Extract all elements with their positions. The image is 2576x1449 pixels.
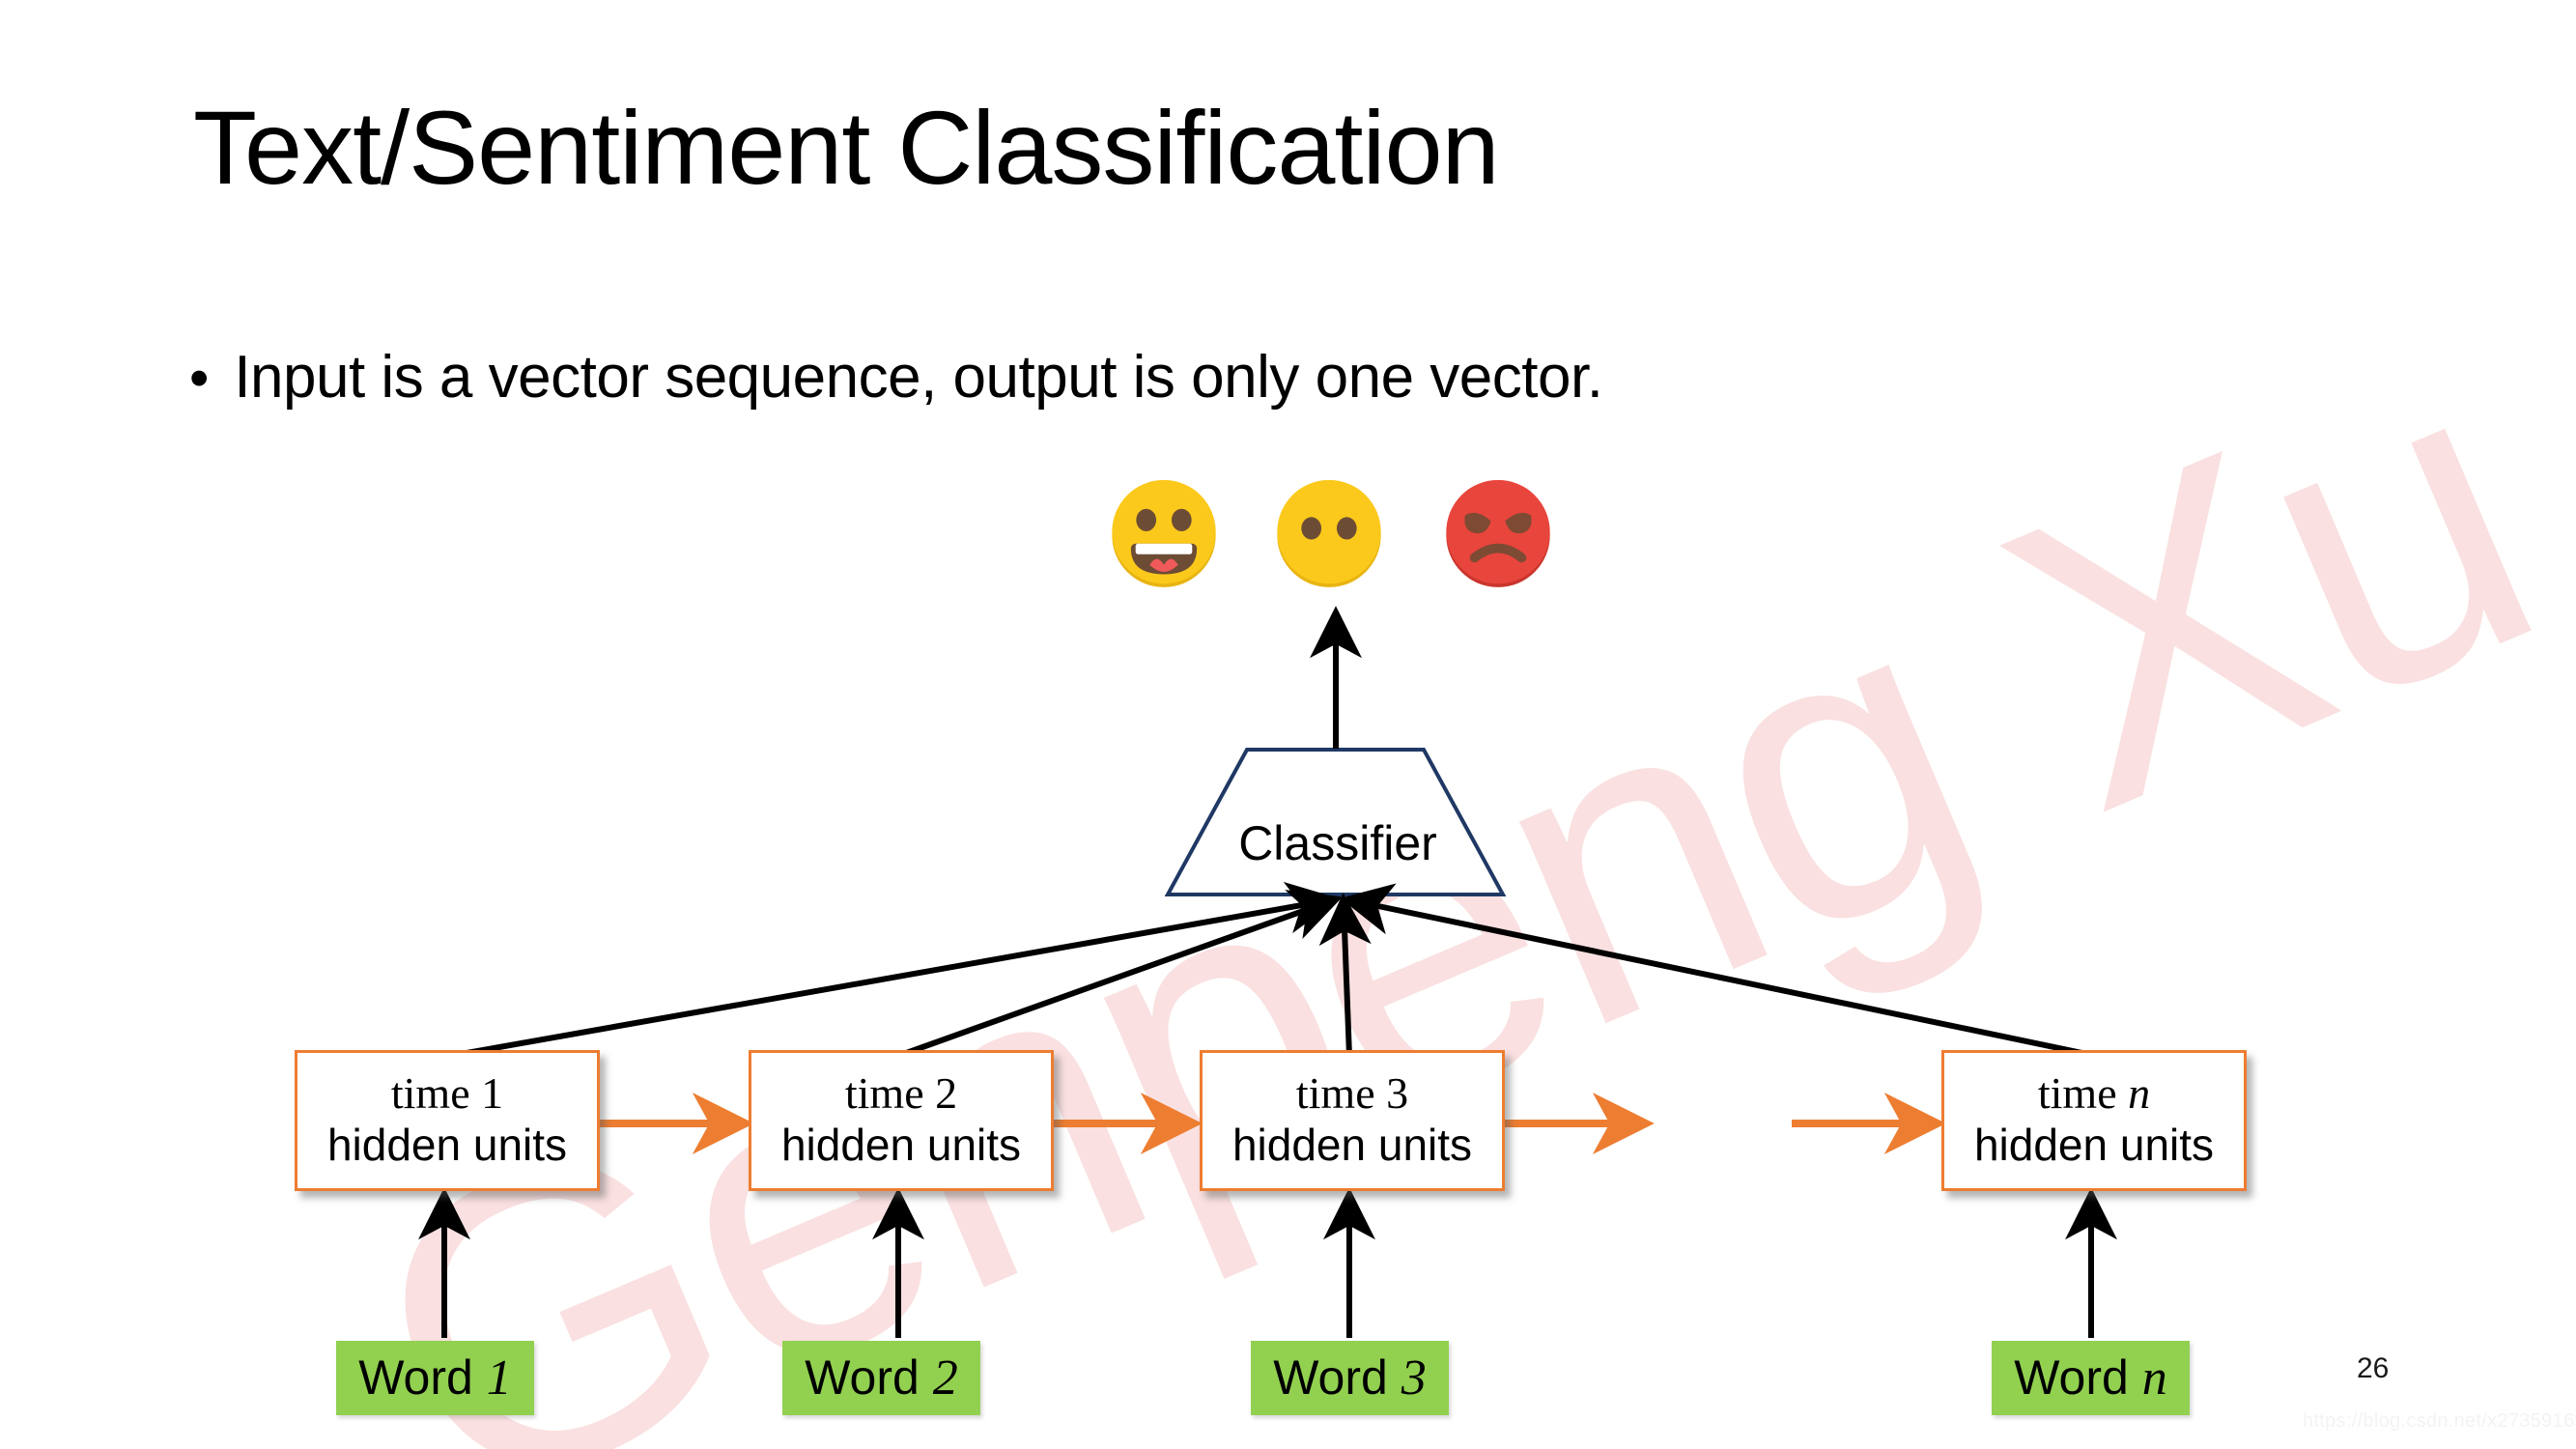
word-box-label-n: Word n bbox=[2014, 1350, 2167, 1406]
word-box-n[interactable]: Word n bbox=[1992, 1341, 2190, 1415]
time-step-label-1: time 1 bbox=[390, 1067, 504, 1118]
word-box-2[interactable]: Word 2 bbox=[782, 1341, 980, 1415]
word-box-label-1: Word 1 bbox=[358, 1350, 512, 1406]
classifier-label: Classifier bbox=[1238, 816, 1437, 870]
angry-face-emoji bbox=[1439, 475, 1557, 598]
arrows-layer bbox=[418, 606, 2117, 1338]
neutral-face-emoji bbox=[1270, 475, 1388, 598]
word-box-label-2: Word 2 bbox=[805, 1350, 958, 1406]
time-step-sublabel-n: hidden units bbox=[1973, 1119, 2215, 1170]
slide-canvas: Genpeng Xu Text/Sentiment Classification… bbox=[0, 0, 2576, 1449]
watermark-source-url: https://blog.csdn.net/x273591655 bbox=[2303, 1410, 2576, 1432]
slide-title: Text/Sentiment Classification bbox=[193, 89, 1500, 206]
arrow-time3-to-classifier bbox=[1318, 893, 1372, 1057]
time-step-box-3[interactable]: time 3 hidden units bbox=[1200, 1050, 1505, 1191]
time-step-label-n: time n bbox=[2037, 1067, 2151, 1118]
time-step-sublabel-3: hidden units bbox=[1231, 1119, 1473, 1170]
bullet-text: Input is a vector sequence, output is on… bbox=[234, 344, 1603, 411]
time-step-box-1[interactable]: time 1 hidden units bbox=[295, 1050, 600, 1191]
time-step-sublabel-2: hidden units bbox=[780, 1119, 1022, 1170]
word-box-3[interactable]: Word 3 bbox=[1251, 1341, 1449, 1415]
classifier-node: Classifier bbox=[1149, 734, 1526, 913]
arrow-time2-to-classifier bbox=[896, 890, 1344, 1059]
arrow-time1-to-classifier bbox=[449, 881, 1340, 1059]
page-number: 26 bbox=[2357, 1352, 2390, 1384]
word-box-1[interactable]: Word 1 bbox=[336, 1341, 534, 1415]
classifier-shape-layer bbox=[1164, 748, 1507, 896]
time-step-label-2: time 2 bbox=[844, 1067, 958, 1118]
bullet-item: • Input is a vector sequence, output is … bbox=[189, 343, 1603, 412]
time-step-box-2[interactable]: time 2 hidden units bbox=[749, 1050, 1054, 1191]
time-step-box-n[interactable]: time n hidden units bbox=[1941, 1050, 2247, 1191]
word-box-label-3: Word 3 bbox=[1273, 1350, 1427, 1406]
happy-face-emoji bbox=[1105, 475, 1223, 598]
time-step-sublabel-1: hidden units bbox=[326, 1119, 568, 1170]
time-step-label-3: time 3 bbox=[1295, 1067, 1409, 1118]
arrow-timen-to-classifier bbox=[1340, 883, 2097, 1059]
bullet-marker-icon: • bbox=[189, 347, 210, 410]
